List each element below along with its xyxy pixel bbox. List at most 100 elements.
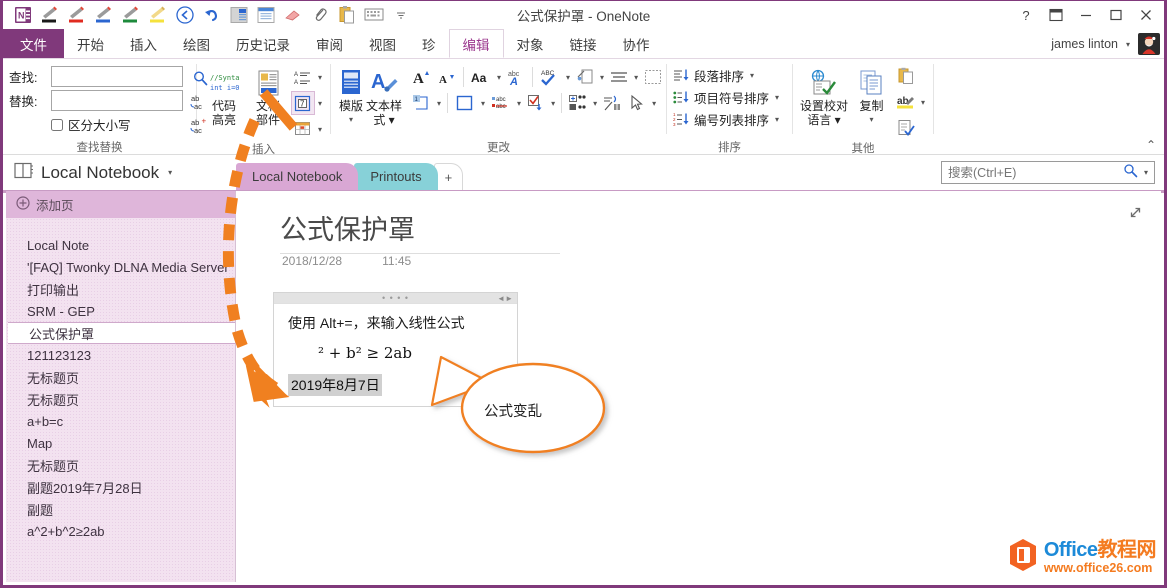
text-list-button[interactable]: AA xyxy=(291,65,315,89)
note-date-highlight[interactable]: 2019年8月7日 xyxy=(288,374,382,396)
notebook-selector[interactable]: Local Notebook ▾ xyxy=(3,155,236,190)
attach-file-icon[interactable] xyxy=(306,3,333,27)
page-item-faq-twonky[interactable]: '[FAQ] Twonky DLNA Media Server xyxy=(6,256,235,278)
page-item-a-plus-b[interactable]: a+b=c xyxy=(6,410,235,432)
sort-paragraph-item[interactable]: 段落排序 ▾ xyxy=(673,66,781,85)
change-case-icon[interactable]: Aa xyxy=(468,65,494,89)
search-box[interactable]: ▾ xyxy=(941,161,1155,184)
ribbon-display-options-icon[interactable] xyxy=(1042,3,1070,27)
note-resize-arrows-icon[interactable]: ◄► xyxy=(497,294,513,303)
santa-avatar[interactable] xyxy=(1138,33,1160,55)
customize-qat-icon[interactable] xyxy=(387,3,414,27)
pen-red-icon[interactable] xyxy=(63,3,90,27)
ribbon-tab-insert[interactable]: 插入 xyxy=(117,29,170,58)
highlight-color-caret-icon[interactable]: ▾ xyxy=(598,73,606,82)
page-item-formula-ineq[interactable]: a^2+b^2≥2ab xyxy=(6,520,235,542)
note-line-1[interactable]: 使用 Alt+=，来输入线性公式 xyxy=(274,304,517,333)
pen-black-icon[interactable] xyxy=(36,3,63,27)
format-painter-caret-icon[interactable]: ▾ xyxy=(919,98,927,107)
replace-input[interactable] xyxy=(51,90,183,111)
select-pointer-caret-icon[interactable]: ▾ xyxy=(650,99,658,108)
ribbon-tab-home[interactable]: 开始 xyxy=(64,29,117,58)
user-caret-icon[interactable]: ▾ xyxy=(1124,40,1132,49)
change-case-caret-icon[interactable]: ▾ xyxy=(495,73,503,82)
sort-paragraph-caret-icon[interactable]: ▾ xyxy=(748,71,756,80)
ribbon-tab-edit[interactable]: 编辑 xyxy=(449,29,504,58)
note-container[interactable]: • • • • ◄► 使用 Alt+=，来输入线性公式 ² + b² ≥ 2ab… xyxy=(273,292,518,407)
template-button[interactable]: 模版 ▾ xyxy=(337,63,365,127)
section-tab-local-notebook[interactable]: Local Notebook xyxy=(236,163,358,190)
shrink-font-icon[interactable]: A xyxy=(435,65,459,89)
box-caret-icon[interactable]: ▾ xyxy=(479,99,487,108)
keyboard-icon[interactable] xyxy=(360,3,387,27)
page-item-subtitle-date[interactable]: 副题2019年7月28日 xyxy=(6,476,235,498)
bullet-convert-caret-icon[interactable]: ▾ xyxy=(591,99,599,108)
help-icon[interactable]: ? xyxy=(1012,3,1040,27)
ribbon-tab-history[interactable]: 历史记录 xyxy=(223,29,303,58)
numbering-caret-icon[interactable]: ▾ xyxy=(435,99,443,108)
page-item-formula-cover[interactable]: 公式保护罩 xyxy=(8,322,235,344)
collapse-ribbon-icon[interactable]: ⌃ xyxy=(1146,138,1156,152)
numbering-icon[interactable]: 1 xyxy=(410,91,434,115)
ribbon-tab-collab[interactable]: 协作 xyxy=(610,29,663,58)
text-list-caret-icon[interactable]: ▾ xyxy=(316,73,324,82)
page-item-121123123[interactable]: 121123123 xyxy=(6,344,235,366)
code-highlight-button[interactable]: //Syntaxint i=0; 代码 高亮 xyxy=(203,63,245,127)
checkbox-tag-icon[interactable] xyxy=(524,91,548,115)
page-canvas[interactable]: 公式保护罩 2018/12/28 11:45 • • • • ◄► 使用 Alt… xyxy=(236,191,1161,582)
page-item-print-output[interactable]: 打印输出 xyxy=(6,278,235,300)
split-note-icon[interactable] xyxy=(600,91,624,115)
number-box-button[interactable]: 7 xyxy=(291,91,315,115)
pen-blue-icon[interactable] xyxy=(90,3,117,27)
set-proofing-language-button[interactable]: 设置校对 语言 ▾ xyxy=(799,63,849,127)
copy-button[interactable]: 复制 ▾ xyxy=(852,63,891,127)
minimize-icon[interactable] xyxy=(1072,3,1100,27)
match-case-checkbox[interactable]: 区分大小写 xyxy=(9,115,183,134)
highlight-color-icon[interactable] xyxy=(573,65,597,89)
number-box-caret-icon[interactable]: ▾ xyxy=(316,99,324,108)
template-caret-icon[interactable]: ▾ xyxy=(347,113,355,127)
close-icon[interactable] xyxy=(1132,3,1160,27)
docking-icon[interactable] xyxy=(225,3,252,27)
checkbox-tag-caret-icon[interactable]: ▾ xyxy=(549,99,557,108)
table-caret-icon[interactable]: ▾ xyxy=(316,125,324,134)
align-caret-icon[interactable]: ▾ xyxy=(632,73,640,82)
ribbon-tab-zhen[interactable]: 珍 xyxy=(409,29,449,58)
text-style-button[interactable]: A 文本样 式 ▾ xyxy=(366,63,402,127)
page-item-srm-gep[interactable]: SRM - GEP xyxy=(6,300,235,322)
document-parts-button[interactable]: 文档 部件 xyxy=(247,63,289,127)
pen-green-icon[interactable] xyxy=(117,3,144,27)
page-item-local-note[interactable]: Local Note xyxy=(6,234,235,256)
page-item-subtitle[interactable]: 副题 xyxy=(6,498,235,520)
strikethrough-caret-icon[interactable]: ▾ xyxy=(515,99,523,108)
check-document-icon[interactable] xyxy=(894,116,918,140)
sort-numbered-caret-icon[interactable]: ▾ xyxy=(773,115,781,124)
align-icon[interactable] xyxy=(607,65,631,89)
add-page-button[interactable]: 添加页 xyxy=(6,191,235,218)
find-input[interactable] xyxy=(51,66,183,87)
paste-special-icon[interactable] xyxy=(894,64,918,88)
page-title[interactable]: 公式保护罩 xyxy=(280,208,560,254)
section-tab-printouts[interactable]: Printouts xyxy=(354,163,437,190)
notebook-caret-icon[interactable]: ▾ xyxy=(166,168,174,177)
copy-caret-icon[interactable]: ▾ xyxy=(868,113,876,127)
page-item-untitled-2[interactable]: 无标题页 xyxy=(6,388,235,410)
ribbon-tab-link[interactable]: 链接 xyxy=(557,29,610,58)
eraser-icon[interactable] xyxy=(279,3,306,27)
sort-bullet-item[interactable]: 项目符号排序 ▾ xyxy=(673,88,781,107)
search-icon[interactable] xyxy=(1123,163,1138,183)
expand-arrow-icon[interactable] xyxy=(1128,205,1143,225)
page-item-untitled-1[interactable]: 无标题页 xyxy=(6,366,235,388)
back-icon[interactable] xyxy=(171,3,198,27)
sort-bullet-caret-icon[interactable]: ▾ xyxy=(773,93,781,102)
grow-font-icon[interactable]: A xyxy=(410,65,434,89)
add-section-button[interactable]: + xyxy=(434,163,464,190)
maximize-icon[interactable] xyxy=(1102,3,1130,27)
format-painter-icon[interactable]: ab xyxy=(894,90,918,114)
search-input[interactable] xyxy=(946,165,1119,181)
undo-icon[interactable] xyxy=(198,3,225,27)
ribbon-tab-view[interactable]: 视图 xyxy=(356,29,409,58)
ribbon-tab-object[interactable]: 对象 xyxy=(504,29,557,58)
match-case-box[interactable] xyxy=(51,119,63,131)
fullpage-icon[interactable] xyxy=(252,3,279,27)
